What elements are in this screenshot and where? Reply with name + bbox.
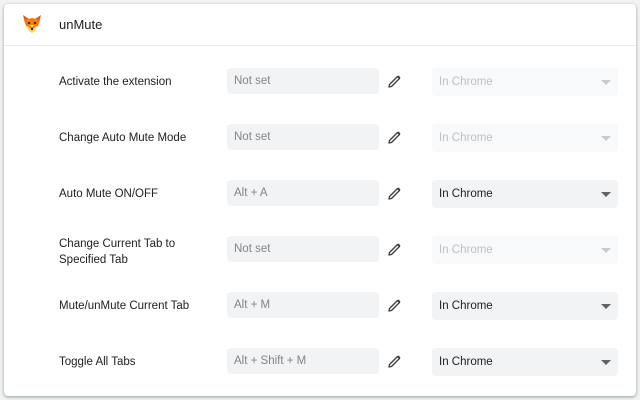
- chevron-down-icon: [601, 304, 611, 309]
- command-label: Change Current Tab to Specified Tab: [59, 238, 176, 266]
- fox-icon: [23, 15, 41, 33]
- edit-pencil-icon[interactable]: [387, 73, 403, 89]
- command-label: Toggle All Tabs: [59, 356, 136, 368]
- scope-select-value: In Chrome: [439, 356, 493, 368]
- command-row: Toggle All Tabs Alt + Shift + M In Chrom…: [4, 348, 636, 376]
- command-row: Mute/unMute Current Tab Alt + M In Chrom…: [4, 292, 636, 320]
- scope-select: In Chrome: [432, 124, 618, 152]
- command-row: Auto Mute ON/OFF Alt + A In Chrome: [4, 180, 636, 208]
- edit-pencil-icon[interactable]: [387, 185, 403, 201]
- shortcut-input[interactable]: Not set: [227, 124, 379, 150]
- scope-select-value: In Chrome: [439, 300, 493, 312]
- command-row: Activate the extension Not set In Chrome: [4, 68, 636, 96]
- extension-title: unMute: [59, 17, 103, 32]
- scope-select-value: In Chrome: [439, 132, 493, 144]
- shortcut-input[interactable]: Not set: [227, 68, 379, 94]
- chevron-down-icon: [601, 136, 611, 141]
- command-row: Change Current Tab to Specified Tab Not …: [4, 236, 636, 266]
- shortcut-input[interactable]: Alt + M: [227, 292, 379, 318]
- shortcut-input[interactable]: Not set: [227, 236, 379, 262]
- extension-shortcuts-card: unMute Activate the extension Not set In…: [4, 4, 636, 396]
- shortcut-input[interactable]: Alt + A: [227, 180, 379, 206]
- scope-select-value: In Chrome: [439, 76, 493, 88]
- command-label: Activate the extension: [59, 76, 172, 88]
- scope-select-value: In Chrome: [439, 188, 493, 200]
- scope-select[interactable]: In Chrome: [432, 292, 618, 320]
- edit-pencil-icon[interactable]: [387, 353, 403, 369]
- command-label: Change Auto Mute Mode: [59, 132, 187, 144]
- shortcut-input[interactable]: Alt + Shift + M: [227, 348, 379, 374]
- scope-select: In Chrome: [432, 68, 618, 96]
- command-row: Change Auto Mute Mode Not set In Chrome: [4, 124, 636, 152]
- chevron-down-icon: [601, 248, 611, 253]
- chevron-down-icon: [601, 80, 611, 85]
- edit-pencil-icon[interactable]: [387, 129, 403, 145]
- command-label: Auto Mute ON/OFF: [59, 188, 159, 200]
- chevron-down-icon: [601, 192, 611, 197]
- scope-select[interactable]: In Chrome: [432, 348, 618, 376]
- scope-select[interactable]: In Chrome: [432, 180, 618, 208]
- extension-header: unMute: [4, 4, 636, 46]
- chevron-down-icon: [601, 360, 611, 365]
- edit-pencil-icon[interactable]: [387, 241, 403, 257]
- edit-pencil-icon[interactable]: [387, 297, 403, 313]
- scope-select-value: In Chrome: [439, 244, 493, 256]
- command-label: Mute/unMute Current Tab: [59, 300, 190, 312]
- scope-select: In Chrome: [432, 236, 618, 264]
